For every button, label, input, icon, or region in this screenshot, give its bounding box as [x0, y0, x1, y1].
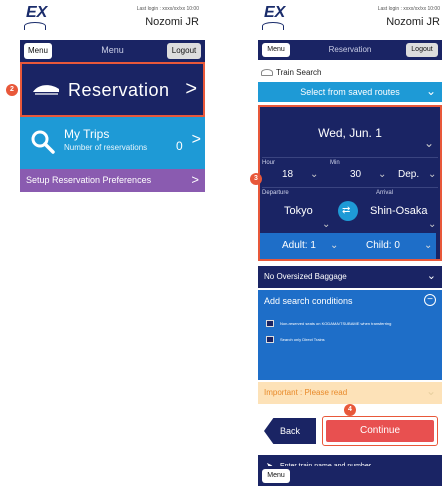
- double-chevron-down-icon: ⌄: [425, 384, 436, 398]
- add-search-conditions-panel: Add search conditions − Non-reserved sea…: [258, 290, 442, 380]
- chevron-down-icon: ⌄: [426, 270, 436, 282]
- chevron-down-icon: ⌄: [425, 84, 436, 98]
- logout-button[interactable]: Logout: [406, 43, 438, 57]
- chevron-down-icon: ⌄: [322, 219, 331, 230]
- checkbox[interactable]: [266, 320, 274, 327]
- hour-select[interactable]: 18: [282, 169, 293, 180]
- bottom-nav-bar: Menu: [258, 466, 442, 486]
- reservation-preferences-tile[interactable]: Setup Reservation Preferences >: [20, 169, 205, 192]
- reservation-label: Reservation: [68, 80, 170, 100]
- last-login-text: Last login : xxxx/xx/xx 10:00: [136, 6, 199, 12]
- departure-label: Departure: [262, 190, 289, 196]
- train-icon: [261, 69, 273, 76]
- chevron-down-icon: ⌄: [378, 169, 387, 180]
- nav-bar: Menu Menu Logout: [20, 40, 205, 62]
- minute-select[interactable]: 30: [350, 169, 361, 180]
- step-badge: 3: [250, 173, 262, 185]
- train-search-header: Train Search: [258, 64, 442, 82]
- baggage-label: No Oversized Baggage: [264, 272, 347, 281]
- add-conditions-label: Add search conditions: [264, 296, 353, 306]
- reservations-count-label: Number of reservations: [64, 143, 148, 152]
- continue-button[interactable]: Continue: [322, 416, 438, 446]
- chevron-down-icon: ⌄: [424, 240, 433, 251]
- bottom-menu-button[interactable]: Menu: [262, 469, 290, 483]
- reservations-count: 0: [176, 139, 183, 153]
- arrival-label: Arrival: [376, 190, 394, 196]
- user-name: Nozomi JR: [145, 16, 199, 28]
- chevron-right-icon: >: [185, 78, 197, 100]
- screenshot-root: EX Last login : xxxx/xx/xx 10:00 Nozomi …: [0, 0, 442, 486]
- my-trips-label: My Trips: [64, 127, 110, 141]
- dep-arr-select[interactable]: Dep.: [398, 169, 419, 180]
- reservation-screen: EX Last login : xxxx/xx/xx 10:00 Nozomi …: [250, 0, 442, 486]
- back-button[interactable]: Back: [264, 418, 316, 444]
- important-notice[interactable]: Important : Please read ⌄: [258, 382, 442, 404]
- chevron-down-icon: ⌄: [428, 219, 437, 230]
- baggage-select[interactable]: No Oversized Baggage ⌄: [258, 266, 442, 288]
- collapse-icon[interactable]: −: [424, 294, 436, 306]
- child-select[interactable]: Child: 0: [366, 240, 400, 251]
- step-badge: 2: [6, 84, 18, 96]
- date-select[interactable]: Wed, Jun. 1 ⌄: [262, 112, 438, 156]
- step-badge: 4: [344, 404, 356, 416]
- hour-label: Hour: [262, 160, 276, 166]
- my-trips-tile[interactable]: My Trips Number of reservations 0 >: [20, 117, 205, 169]
- chevron-down-icon: ⌄: [428, 169, 437, 180]
- user-name: Nozomi JR: [386, 16, 440, 28]
- ex-logo-swoosh-icon: [24, 22, 46, 30]
- logout-button[interactable]: Logout: [167, 43, 201, 59]
- continue-label: Continue: [326, 420, 434, 442]
- last-login-text: Last login : xxxx/xx/xx 10:00: [377, 6, 440, 12]
- reservation-tile[interactable]: Reservation >: [20, 62, 205, 117]
- chevron-down-icon: ⌄: [310, 169, 319, 180]
- important-label: Important : Please read: [264, 388, 348, 397]
- menu-screen: EX Last login : xxxx/xx/xx 10:00 Nozomi …: [6, 0, 205, 200]
- checkbox[interactable]: [266, 336, 274, 343]
- departure-select[interactable]: Tokyo: [284, 205, 313, 217]
- app-header: EX Last login : xxxx/xx/xx 10:00 Nozomi …: [20, 0, 205, 40]
- swap-stations-button[interactable]: ⇄: [338, 201, 358, 221]
- divider: [262, 157, 438, 158]
- checkbox-label: Search only Direct Trains: [280, 337, 325, 342]
- chevron-down-icon: ⌄: [330, 240, 339, 251]
- ex-logo: EX: [26, 4, 48, 21]
- divider: [262, 187, 438, 188]
- train-search-label: Train Search: [276, 68, 322, 77]
- swap-arrows-icon: ⇄: [342, 205, 351, 216]
- prefs-label: Setup Reservation Preferences: [26, 175, 152, 185]
- nav-bar: Menu Reservation Logout: [258, 40, 442, 60]
- ex-logo: EX: [264, 4, 286, 21]
- chevron-right-icon: >: [191, 172, 199, 187]
- saved-routes-select[interactable]: Select from saved routes ⌄: [258, 82, 442, 102]
- chevron-down-icon: ⌄: [423, 136, 434, 150]
- app-header: EX Last login : xxxx/xx/xx 10:00 Nozomi …: [258, 0, 442, 40]
- date-value: Wed, Jun. 1: [318, 126, 382, 140]
- ex-logo-swoosh-icon: [262, 22, 284, 30]
- passenger-row: Adult: 1 ⌄ Child: 0 ⌄: [260, 233, 436, 259]
- adult-select[interactable]: Adult: 1: [282, 240, 316, 251]
- checkbox-label: Non-reserved seats on KODAMA/TSUBAME whe…: [280, 321, 392, 326]
- chevron-right-icon: >: [191, 131, 201, 148]
- shinkansen-icon: [33, 85, 59, 95]
- arrival-select[interactable]: Shin-Osaka: [370, 205, 427, 217]
- search-icon: [31, 130, 55, 154]
- saved-routes-label: Select from saved routes: [300, 87, 400, 97]
- minute-label: Min: [330, 160, 340, 166]
